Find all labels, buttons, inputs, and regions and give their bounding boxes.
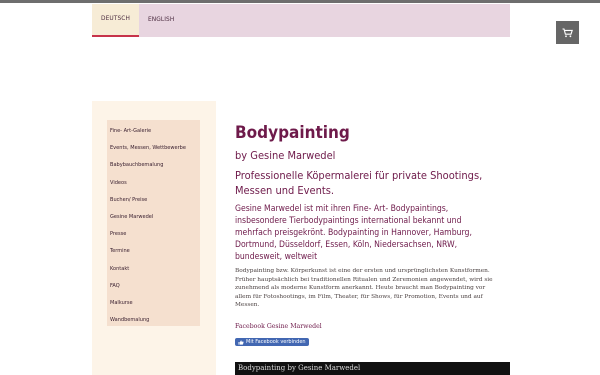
facebook-connect-button[interactable]: Mit Facebook verbinden (235, 338, 309, 346)
sidebar-item-fine-art-galerie[interactable]: Fine- Art-Galerie (107, 123, 200, 140)
subtitle: Professionelle Köpermalerei für private … (235, 169, 483, 197)
intro-text: Gesine Marwedel ist mit ihren Fine- Art-… (235, 204, 472, 262)
body-text: Bodypainting bzw. Körperkunst ist eine d… (235, 268, 493, 308)
byline: by Gesine Marwedel (235, 149, 336, 162)
cart-icon (562, 27, 573, 37)
sidebar-item-malkurse[interactable]: Malkurse (107, 295, 200, 312)
sidebar-item-gesine-marwedel[interactable]: Gesine Marwedel (107, 209, 200, 226)
language-bar: DEUTSCH ENGLISH (92, 4, 510, 37)
sidebar-item-termine[interactable]: Termine (107, 243, 200, 260)
sidebar-item-kontakt[interactable]: Kontakt (107, 261, 200, 278)
embed-title: Bodypainting by Gesine Marwedel (238, 364, 361, 372)
sidebar-item-babybauchbemalung[interactable]: Babybauchbemalung (107, 157, 200, 174)
sidebar-item-videos[interactable]: Videos (107, 175, 200, 192)
lang-deutsch[interactable]: DEUTSCH (92, 4, 139, 37)
cart-button[interactable] (556, 21, 579, 44)
sidebar-nav: Fine- Art-Galerie Events, Messen, Wettbe… (107, 120, 200, 326)
facebook-like-icon (238, 339, 244, 345)
sidebar-item-presse[interactable]: Presse (107, 226, 200, 243)
facebook-video-embed[interactable]: Bodypainting by Gesine Marwedel (235, 362, 510, 375)
main-content: Bodypainting by Gesine Marwedel Professi… (235, 122, 497, 349)
facebook-connect-label: Mit Facebook verbinden (246, 339, 306, 345)
sidebar-item-events[interactable]: Events, Messen, Wettbewerbe (107, 140, 200, 157)
lang-english[interactable]: ENGLISH (139, 4, 183, 37)
page-title: Bodypainting (235, 123, 350, 143)
top-stripe (0, 0, 600, 3)
facebook-link[interactable]: Facebook Gesine Marwedel (235, 323, 497, 330)
sidebar-item-faq[interactable]: FAQ (107, 278, 200, 295)
sidebar-item-wandbemalung[interactable]: Wandbemalung (107, 312, 200, 329)
sidebar-item-buchen-preise[interactable]: Buchen/ Preise (107, 192, 200, 209)
